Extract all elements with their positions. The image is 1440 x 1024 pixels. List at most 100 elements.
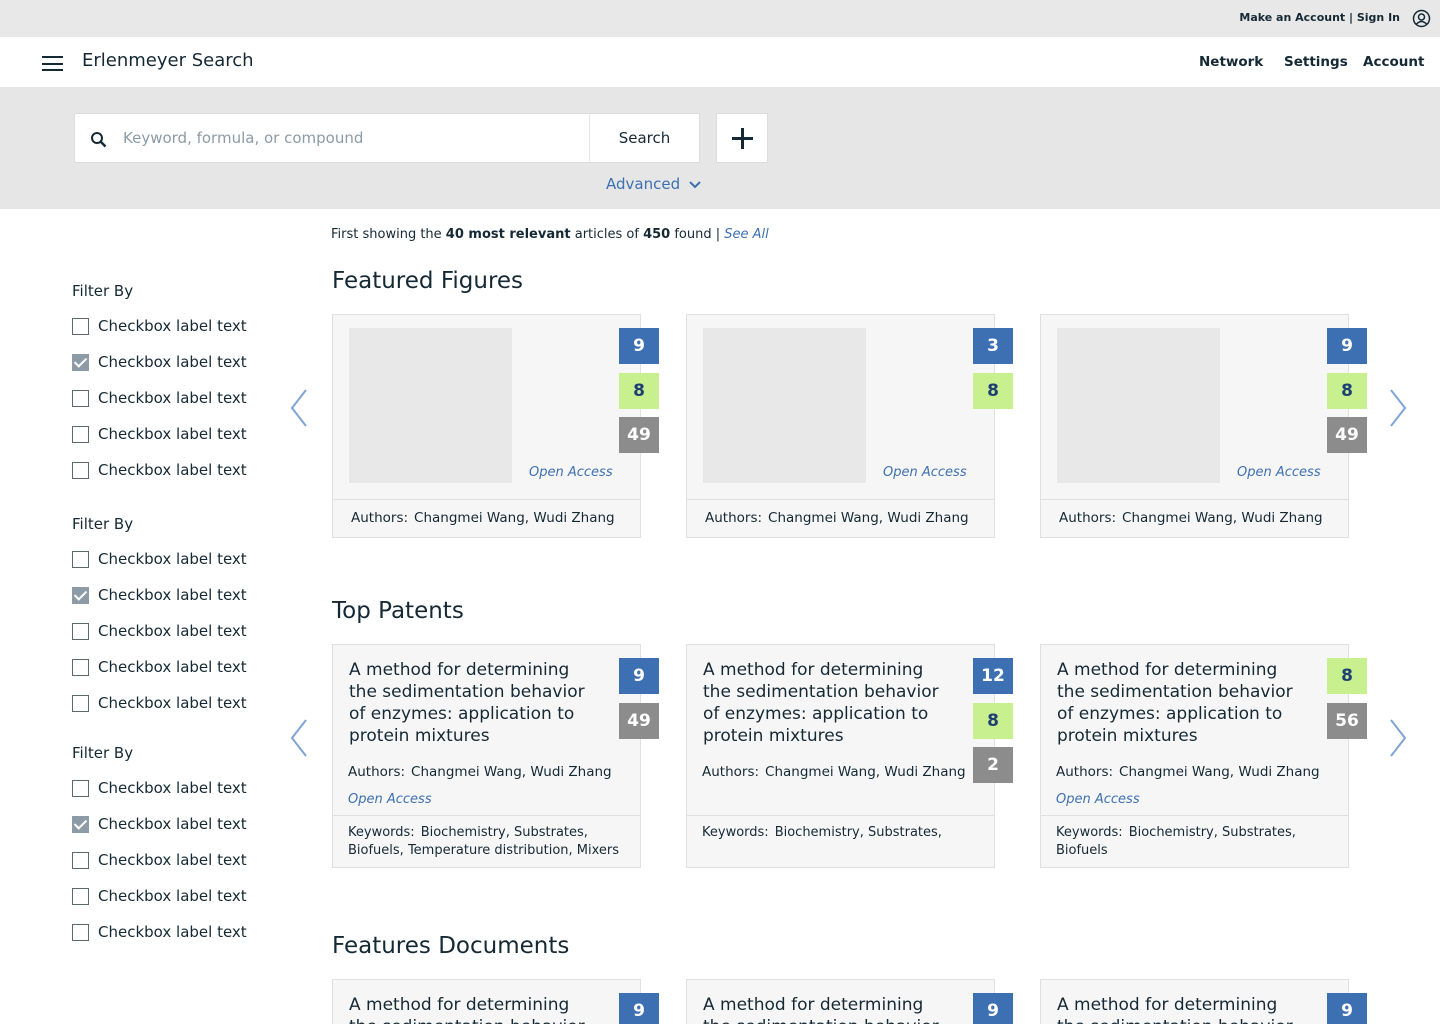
figure-thumbnail[interactable] <box>1057 328 1220 483</box>
search-band: Search Advanced <box>0 87 1440 209</box>
document-card[interactable]: A method for determining the sedimentati… <box>686 979 1013 1024</box>
brand-title[interactable]: Erlenmeyer Search <box>82 50 254 71</box>
filter-checkbox-row[interactable]: Checkbox label text <box>72 344 247 380</box>
open-access-link[interactable]: Open Access <box>1056 792 1140 807</box>
filter-checkbox-row[interactable]: Checkbox label text <box>72 452 247 488</box>
authors-line: Authors: Changmei Wang, Wudi Zhang <box>348 764 612 780</box>
filter-checkbox-row[interactable]: Checkbox label text <box>72 541 247 577</box>
chevron-left-icon[interactable] <box>289 388 309 428</box>
authors-line: Authors: Changmei Wang, Wudi Zhang <box>687 500 994 526</box>
results-total: 450 <box>643 227 671 242</box>
checkbox[interactable] <box>72 658 89 676</box>
user-circle-icon[interactable] <box>1412 9 1431 28</box>
authors-label: Authors: <box>702 764 760 780</box>
filter-checkbox-row[interactable]: Checkbox label text <box>72 878 247 914</box>
filter-checkbox-row[interactable]: Checkbox label text <box>72 914 247 950</box>
checkbox-checked[interactable] <box>72 586 89 604</box>
filter-checkbox-row[interactable]: Checkbox label text <box>72 308 247 344</box>
metric-badge-gray: 2 <box>973 747 1013 783</box>
chevron-right-icon[interactable] <box>1388 718 1408 758</box>
filter-checkbox-row[interactable]: Checkbox label text <box>72 806 247 842</box>
search-input[interactable] <box>123 114 583 162</box>
checkbox[interactable] <box>72 461 89 479</box>
document-title[interactable]: A method for determining the sedimentati… <box>703 994 943 1024</box>
checkbox-checked[interactable] <box>72 353 89 371</box>
filter-checkbox-row[interactable]: Checkbox label text <box>72 770 247 806</box>
open-access-link[interactable]: Open Access <box>1237 465 1321 480</box>
chevron-left-icon[interactable] <box>289 718 309 758</box>
filter-title: Filter By <box>72 744 134 762</box>
chevron-right-icon[interactable] <box>1388 388 1408 428</box>
results-suffix: found | <box>670 227 725 242</box>
patent-card[interactable]: A method for determining the sedimentati… <box>332 644 659 868</box>
signin-link[interactable]: Make an Account | Sign In <box>1239 11 1400 24</box>
nav-link-account[interactable]: Account <box>1363 54 1424 70</box>
metric-badge-blue: 3 <box>973 328 1013 364</box>
search-button[interactable]: Search <box>589 113 700 163</box>
patent-title[interactable]: A method for determining the sedimentati… <box>1057 659 1297 747</box>
keywords-value: Biochemistry, Substrates, <box>774 825 942 840</box>
figure-card[interactable]: 3 8 Open Access Authors: Changmei Wang, Wudi… <box>686 314 1013 538</box>
card-footer: Keywords: Biochemistry, Substrates, Biofu… <box>333 815 640 867</box>
checkbox[interactable] <box>72 389 89 407</box>
patent-card[interactable]: A method for determining the sedimentati… <box>1040 644 1367 868</box>
hamburger-menu-icon[interactable] <box>42 56 63 71</box>
see-all-link[interactable]: See All <box>724 227 769 242</box>
filter-title: Filter By <box>72 515 134 533</box>
filter-checkbox-row[interactable]: Checkbox label text <box>72 577 247 613</box>
figure-thumbnail[interactable] <box>703 328 866 483</box>
authors-label: Authors: <box>1056 764 1114 780</box>
filter-checkbox-row[interactable]: Checkbox label text <box>72 380 247 416</box>
checkbox[interactable] <box>72 887 89 905</box>
filter-checkbox-row[interactable]: Checkbox label text <box>72 416 247 452</box>
checkbox[interactable] <box>72 923 89 941</box>
authors-value: Changmei Wang, Wudi Zhang <box>765 764 966 780</box>
metric-badge-green: 8 <box>619 373 659 409</box>
document-card[interactable]: A method for determining the sedimentati… <box>332 979 659 1024</box>
document-card[interactable]: A method for determining the sedimentati… <box>1040 979 1367 1024</box>
card-footer: Authors: Changmei Wang, Wudi Zhang <box>1041 499 1348 537</box>
filter-title: Filter By <box>72 282 134 300</box>
figure-thumbnail[interactable] <box>349 328 512 483</box>
checkbox-label: Checkbox label text <box>98 317 247 335</box>
figure-card[interactable]: 9 8 49 Open Access Authors: Changmei Wang, Wu… <box>332 314 659 538</box>
filter-group: Filter By Checkbox label text Checkbox lab… <box>72 744 247 950</box>
authors-label: Authors: <box>705 510 763 526</box>
metric-badge-blue: 9 <box>1327 993 1367 1024</box>
checkbox[interactable] <box>72 425 89 443</box>
patent-card[interactable]: A method for determining the sedimentati… <box>686 644 1013 868</box>
patent-title[interactable]: A method for determining the sedimentati… <box>703 659 943 747</box>
patent-title[interactable]: A method for determining the sedimentati… <box>349 659 589 747</box>
figure-card[interactable]: 9 8 49 Open Access Authors: Changmei Wang, Wu… <box>1040 314 1367 538</box>
filter-checkbox-row[interactable]: Checkbox label text <box>72 649 247 685</box>
plus-icon[interactable] <box>716 113 768 163</box>
metric-badge-gray: 56 <box>1327 703 1367 739</box>
search-icon <box>91 132 107 148</box>
checkbox-checked[interactable] <box>72 815 89 833</box>
nav-link-network[interactable]: Network <box>1199 54 1263 70</box>
nav-link-settings[interactable]: Settings <box>1284 54 1348 70</box>
featured-figures-title: Featured Figures <box>332 268 524 294</box>
checkbox[interactable] <box>72 694 89 712</box>
open-access-link[interactable]: Open Access <box>529 465 613 480</box>
filter-checkbox-row[interactable]: Checkbox label text <box>72 613 247 649</box>
filter-checkbox-row[interactable]: Checkbox label text <box>72 842 247 878</box>
checkbox[interactable] <box>72 550 89 568</box>
advanced-toggle[interactable]: Advanced <box>606 175 701 193</box>
document-title[interactable]: A method for determining the sedimentati… <box>1057 994 1297 1024</box>
metric-badge-green: 8 <box>1327 373 1367 409</box>
open-access-link[interactable]: Open Access <box>348 792 432 807</box>
document-title[interactable]: A method for determining the sedimentati… <box>349 994 589 1024</box>
checkbox[interactable] <box>72 779 89 797</box>
authors-label: Authors: <box>348 764 406 780</box>
checkbox[interactable] <box>72 317 89 335</box>
checkbox-label: Checkbox label text <box>98 353 247 371</box>
filter-checkbox-row[interactable]: Checkbox label text <box>72 685 247 721</box>
checkbox[interactable] <box>72 622 89 640</box>
authors-line: Authors: Changmei Wang, Wudi Zhang <box>1056 764 1320 780</box>
authors-value: Changmei Wang, Wudi Zhang <box>1119 764 1320 780</box>
checkbox[interactable] <box>72 851 89 869</box>
open-access-link[interactable]: Open Access <box>883 465 967 480</box>
keywords-line: Keywords: Biochemistry, Substrates, Biofu… <box>1041 816 1348 860</box>
card-footer: Authors: Changmei Wang, Wudi Zhang <box>687 499 994 537</box>
